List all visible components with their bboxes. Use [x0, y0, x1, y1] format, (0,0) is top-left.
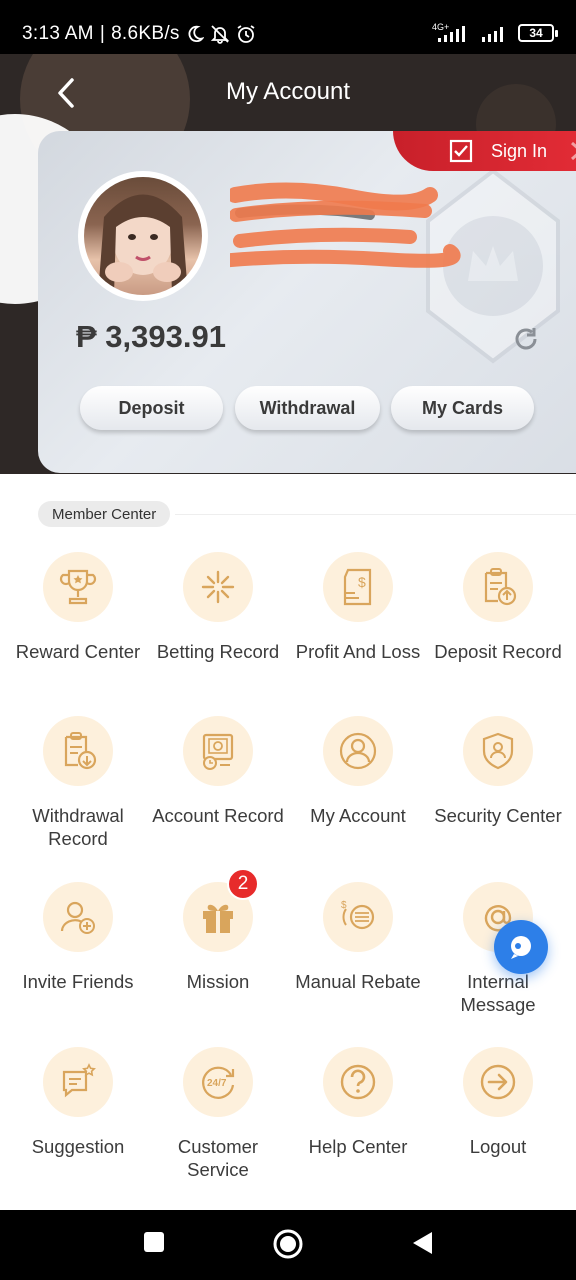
menu-item-help-center[interactable]: Help Center	[288, 1047, 428, 1158]
menu-item-label: Customer Service	[177, 1136, 259, 1180]
menu-item-label: Withdrawal Record	[32, 805, 124, 849]
menu-item-label: Suggestion	[31, 1136, 125, 1157]
recent-apps-button[interactable]	[142, 1230, 166, 1254]
menu-item-label: Help Center	[308, 1136, 408, 1157]
account-record-icon	[183, 716, 253, 786]
menu-item-label: Logout	[469, 1136, 527, 1157]
menu-item-label: Betting Record	[156, 641, 280, 662]
menu-item-logout[interactable]: Logout	[428, 1047, 568, 1158]
battery-indicator: 34	[518, 24, 558, 42]
status-right: 4G+ 34	[432, 22, 558, 44]
shield-icon	[463, 716, 533, 786]
user-icon	[323, 716, 393, 786]
menu-item-label: Reward Center	[15, 641, 141, 662]
redacted-username	[230, 182, 461, 268]
coins-icon: $	[323, 882, 393, 952]
profile-card: Sign In ₱ 3,393.91 Deposit Withdrawal My…	[38, 131, 576, 473]
chat-star-icon	[43, 1047, 113, 1117]
back-nav-button[interactable]	[410, 1230, 434, 1256]
status-bar: 3:13 AM | 8.6KB/s 4G+ 34	[0, 0, 576, 62]
svg-text:$: $	[358, 574, 366, 590]
floating-chat-button[interactable]	[494, 920, 548, 974]
menu-item-suggestion[interactable]: Suggestion	[8, 1047, 148, 1158]
menu-item-betting-record[interactable]: Betting Record	[148, 552, 288, 663]
section-divider	[175, 514, 576, 515]
svg-text:24/7: 24/7	[207, 1078, 227, 1089]
member-center-title: Member Center	[38, 501, 171, 527]
avatar-figure	[98, 194, 188, 295]
menu-item-security-center[interactable]: Security Center	[428, 716, 568, 827]
refresh-icon[interactable]	[512, 325, 540, 353]
chevron-right-icon	[571, 141, 576, 161]
my-cards-button[interactable]: My Cards	[391, 386, 534, 430]
menu-item-label: Internal Message	[460, 971, 536, 1015]
logout-icon	[463, 1047, 533, 1117]
moon-icon	[188, 25, 204, 43]
menu-item-label: My Account	[310, 805, 406, 826]
menu-item-withdrawal-record[interactable]: Withdrawal Record	[8, 716, 148, 850]
svg-text:$: $	[341, 900, 347, 911]
sign-in-label: Sign In	[491, 140, 548, 161]
clipboard-up-icon	[463, 552, 533, 622]
page-title: My Account	[225, 78, 351, 105]
home-button[interactable]	[272, 1228, 304, 1260]
balance-amount: ₱ 3,393.91	[76, 319, 226, 354]
menu-item-label: Mission	[186, 971, 250, 992]
sign-in-button[interactable]: Sign In	[393, 131, 576, 171]
menu-item-customer-service[interactable]: 24/7 Customer Service	[148, 1047, 288, 1181]
support-24-7-icon: 24/7	[183, 1047, 253, 1117]
avatar-photo	[84, 177, 202, 295]
withdrawal-button[interactable]: Withdrawal	[235, 386, 380, 430]
menu-item-profit-and-loss[interactable]: $ Profit And Loss	[288, 552, 428, 663]
menu-item-mission[interactable]: 2 Mission	[148, 868, 288, 993]
menu-item-label: Deposit Record	[434, 641, 562, 662]
status-time: 3:13 AM	[22, 23, 94, 44]
status-speed: 8.6KB/s	[111, 23, 180, 44]
system-nav-bar	[0, 1210, 576, 1280]
status-separator: |	[99, 23, 106, 44]
status-left: 3:13 AM | 8.6KB/s	[22, 23, 256, 45]
clipboard-down-icon	[43, 716, 113, 786]
mute-bell-icon	[210, 25, 229, 44]
svg-text:4G+: 4G+	[432, 22, 449, 32]
menu-item-label: Security Center	[434, 805, 562, 826]
menu-item-reward-center[interactable]: Reward Center	[8, 552, 148, 663]
deposit-button[interactable]: Deposit	[80, 386, 223, 430]
chat-bubble-icon	[511, 936, 531, 959]
gift-icon: 2	[183, 868, 259, 952]
sparkle-icon	[183, 552, 253, 622]
signal-icon	[482, 27, 503, 42]
avatar[interactable]	[78, 171, 208, 301]
mission-badge: 2	[227, 868, 259, 900]
menu-item-account-record[interactable]: Account Record	[148, 716, 288, 827]
menu-item-label: Invite Friends	[22, 971, 134, 992]
dollar-document-icon: $	[323, 552, 393, 622]
menu-item-label: Manual Rebate	[295, 971, 421, 992]
menu-item-invite-friends[interactable]: Invite Friends	[8, 882, 148, 993]
menu-item-label: Account Record	[152, 805, 284, 826]
trophy-icon	[43, 552, 113, 622]
menu-item-label: Profit And Loss	[295, 641, 421, 662]
signal-4g-icon: 4G+	[432, 22, 465, 42]
question-icon	[323, 1047, 393, 1117]
menu-item-deposit-record[interactable]: Deposit Record	[428, 552, 568, 663]
add-user-icon	[43, 882, 113, 952]
alarm-icon	[237, 25, 255, 43]
menu-item-my-account[interactable]: My Account	[288, 716, 428, 827]
checkbox-icon	[449, 139, 473, 163]
menu-item-manual-rebate[interactable]: $ Manual Rebate	[288, 882, 428, 993]
